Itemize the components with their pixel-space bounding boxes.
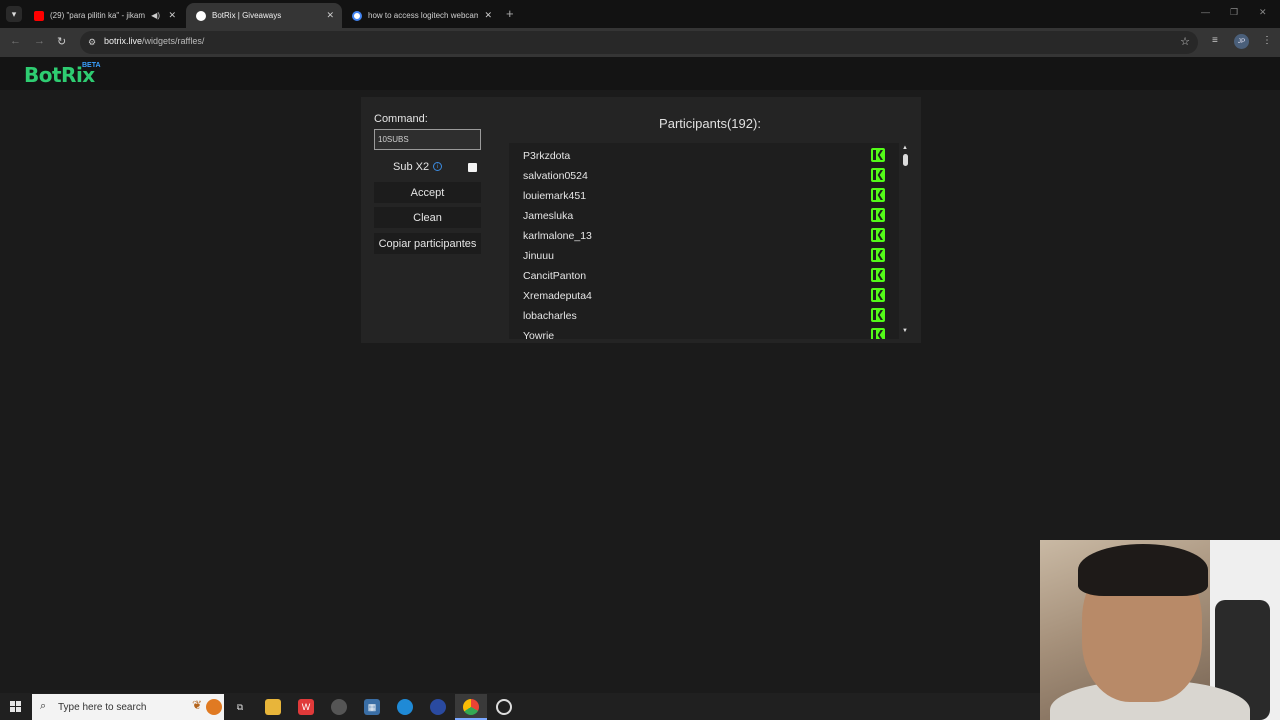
taskbar-search[interactable]: ⌕ Type here to search ❦ bbox=[32, 694, 224, 720]
participant-row[interactable]: salvation0524 bbox=[509, 165, 899, 185]
participant-row[interactable]: Yowrie bbox=[509, 325, 899, 339]
participant-row[interactable]: Jinuuu bbox=[509, 245, 899, 265]
speaker-icon[interactable]: ◀) bbox=[151, 11, 160, 20]
close-window-icon[interactable]: ✕ bbox=[1259, 7, 1267, 18]
beta-badge: BETA bbox=[82, 62, 101, 69]
participant-name: salvation0524 bbox=[523, 170, 588, 182]
participant-name: Jamesluka bbox=[523, 210, 574, 222]
participant-row[interactable]: P3rkzdota bbox=[509, 145, 899, 165]
kick-icon bbox=[871, 328, 885, 339]
app-icon[interactable] bbox=[331, 699, 347, 715]
browser-toolbar: ← → ↻ ⚙ botrix.live/widgets/raffles/ ☆ ≡… bbox=[0, 28, 1280, 57]
copy-participants-button[interactable]: Copiar participantes bbox=[374, 233, 481, 254]
tab-google[interactable]: how to access logitech webcam ✕ bbox=[342, 3, 500, 28]
tab-youtube[interactable]: (29) "para pilitin ka" - jikam ◀) ✕ bbox=[24, 3, 184, 28]
kick-icon bbox=[871, 168, 885, 182]
kick-icon bbox=[871, 148, 885, 162]
participant-row[interactable]: Xremadeputa4 bbox=[509, 285, 899, 305]
kick-icon bbox=[871, 228, 885, 242]
restore-icon[interactable]: ❐ bbox=[1230, 7, 1238, 18]
kick-icon bbox=[871, 188, 885, 202]
kick-icon bbox=[871, 208, 885, 222]
close-tab-icon[interactable]: ✕ bbox=[168, 10, 176, 21]
tab-title: how to access logitech webcam bbox=[368, 11, 478, 20]
bookmark-star-icon[interactable]: ☆ bbox=[1180, 35, 1190, 48]
scroll-up-icon[interactable]: ▲ bbox=[902, 145, 908, 151]
close-tab-icon[interactable]: ✕ bbox=[484, 10, 492, 21]
tab-title: BotRix | Giveaways bbox=[212, 11, 282, 20]
close-tab-icon[interactable]: ✕ bbox=[326, 10, 334, 21]
url-host: botrix.live bbox=[104, 36, 143, 46]
url-text[interactable]: botrix.live/widgets/raffles/ bbox=[104, 36, 204, 46]
kick-icon bbox=[871, 288, 885, 302]
scroll-down-icon[interactable]: ▼ bbox=[902, 328, 908, 334]
participant-name: karlmalone_13 bbox=[523, 230, 592, 242]
media-control-icon[interactable]: ≡ bbox=[1212, 35, 1218, 46]
tab-botrix[interactable]: BotRix | Giveaways ✕ bbox=[186, 3, 342, 28]
google-favicon-icon bbox=[352, 10, 362, 21]
participant-name: CancitPanton bbox=[523, 270, 587, 282]
search-icon: ⌕ bbox=[40, 700, 47, 712]
tab-title: (29) "para pilitin ka" - jikam bbox=[50, 11, 146, 20]
back-arrow-icon[interactable]: ← bbox=[10, 35, 21, 47]
participant-row[interactable]: karlmalone_13 bbox=[509, 225, 899, 245]
participant-name: louiemark451 bbox=[523, 190, 587, 202]
kick-icon bbox=[871, 268, 885, 282]
search-placeholder: Type here to search bbox=[58, 702, 147, 713]
windows-start-icon[interactable] bbox=[10, 701, 22, 713]
kick-icon bbox=[871, 308, 885, 322]
forward-arrow-icon[interactable]: → bbox=[34, 35, 45, 47]
task-view-icon[interactable]: ⧉ bbox=[232, 699, 248, 715]
info-icon[interactable]: i bbox=[433, 162, 442, 171]
file-explorer-icon[interactable] bbox=[265, 699, 281, 715]
calculator-icon[interactable]: ▦ bbox=[364, 699, 380, 715]
command-input[interactable] bbox=[374, 129, 481, 150]
tab-search-button[interactable]: ▾ bbox=[6, 6, 22, 22]
reload-icon[interactable]: ↻ bbox=[57, 35, 66, 48]
participants-list[interactable]: P3rkzdota salvation0524 louiemark451 Jam… bbox=[509, 143, 899, 339]
scrollbar-thumb[interactable] bbox=[903, 154, 908, 166]
command-label: Command: bbox=[374, 113, 428, 125]
participant-name: P3rkzdota bbox=[523, 150, 571, 162]
menu-kebab-icon[interactable]: ⋮ bbox=[1262, 35, 1272, 46]
participant-name: Xremadeputa4 bbox=[523, 290, 592, 302]
pumpkin-icon bbox=[206, 699, 222, 715]
webcam-overlay bbox=[1040, 540, 1280, 720]
new-tab-button[interactable]: + bbox=[506, 6, 514, 21]
sub-x2-checkbox[interactable] bbox=[468, 163, 477, 172]
clock-app-icon[interactable] bbox=[496, 699, 512, 715]
site-info-icon[interactable]: ⚙ bbox=[88, 37, 96, 48]
leaf-icon: ❦ bbox=[192, 698, 203, 712]
participant-row[interactable]: CancitPanton bbox=[509, 265, 899, 285]
chrome-icon[interactable] bbox=[463, 699, 479, 715]
participant-name: Jinuuu bbox=[523, 250, 554, 262]
minimize-icon[interactable]: — bbox=[1201, 7, 1210, 17]
clean-button[interactable]: Clean bbox=[374, 207, 481, 228]
participant-name: lobacharles bbox=[523, 310, 577, 322]
address-bar[interactable]: ⚙ botrix.live/widgets/raffles/ ☆ bbox=[80, 31, 1198, 54]
accept-button[interactable]: Accept bbox=[374, 182, 481, 203]
participant-row[interactable]: louiemark451 bbox=[509, 185, 899, 205]
participant-name: Yowrie bbox=[523, 330, 555, 339]
participant-row[interactable]: lobacharles bbox=[509, 305, 899, 325]
site-header bbox=[0, 57, 1280, 90]
sub-x2-label: Sub X2 bbox=[393, 161, 430, 173]
edge-icon[interactable] bbox=[397, 699, 413, 715]
botrix-favicon-icon bbox=[196, 10, 206, 21]
kick-icon bbox=[871, 248, 885, 262]
participant-row[interactable]: Jamesluka bbox=[509, 205, 899, 225]
url-path: /widgets/raffles/ bbox=[142, 36, 205, 46]
wps-icon[interactable]: W bbox=[298, 699, 314, 715]
profile-avatar[interactable]: JP bbox=[1234, 34, 1249, 49]
participants-title: Participants(192): bbox=[659, 116, 761, 131]
app-icon[interactable] bbox=[430, 699, 446, 715]
youtube-favicon-icon bbox=[34, 10, 44, 21]
webcam-person-hair bbox=[1078, 544, 1208, 596]
